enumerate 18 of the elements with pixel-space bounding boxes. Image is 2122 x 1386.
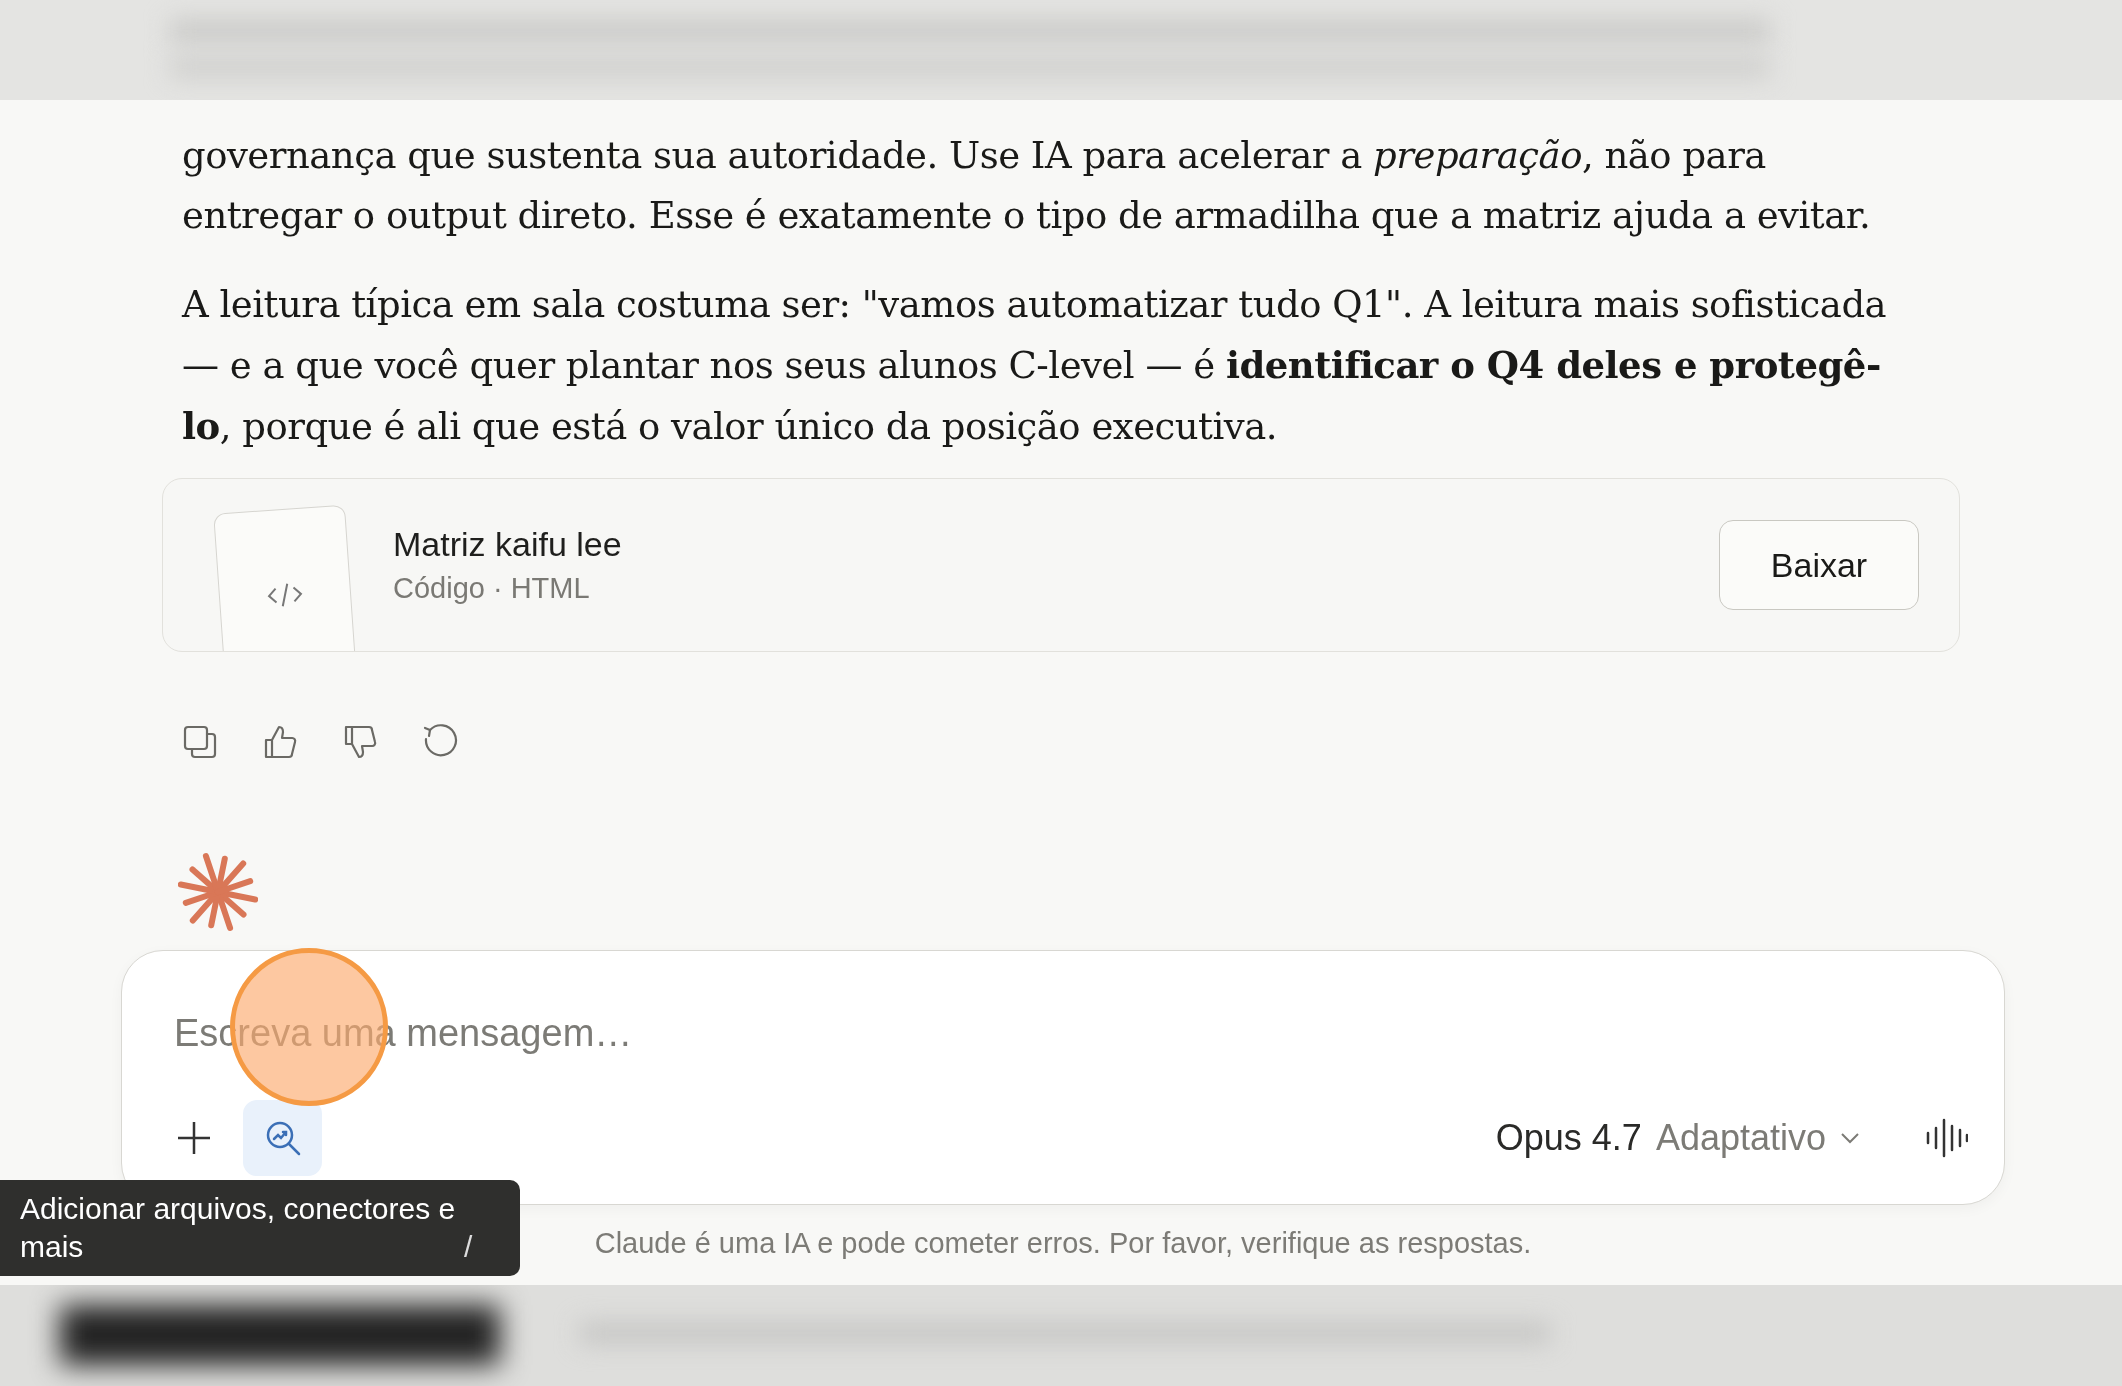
research-button[interactable] <box>243 1100 322 1176</box>
artifact-card[interactable]: Matriz kaifu lee Código · HTML Baixar <box>162 478 1960 652</box>
artifact-type: Código · HTML <box>393 572 591 605</box>
chevron-down-icon[interactable] <box>1840 1131 1860 1145</box>
download-button[interactable]: Baixar <box>1719 520 1919 610</box>
copy-icon[interactable] <box>182 724 218 760</box>
shortcut-key: / <box>464 1230 473 1263</box>
thumbs-up-icon[interactable] <box>262 724 298 760</box>
model-name[interactable]: Opus 4.7 <box>1495 1117 1642 1159</box>
message-paragraph: A leitura típica em sala costuma ser: "vamos automatizar tudo Q1". A leitura mais sofisticada — e a que você quer plantar nos seus alunos C-level — é identificar o Q4 deles e protegê-lo, porque é ali que está o valor único da posição executiva. <box>182 282 1888 450</box>
thumbs-down-icon[interactable] <box>342 724 378 760</box>
spark-logo-icon <box>178 852 258 932</box>
mode-selector[interactable]: Adaptativo <box>1655 1117 1826 1159</box>
tooltip-text: Adicionar arquivos, conectores e mais <box>20 1191 457 1265</box>
voice-icon[interactable] <box>1926 1118 1968 1158</box>
disclaimer-text: Claude é uma IA e pode cometer erros. Por favor, verifique as respostas. <box>594 1227 1532 1260</box>
message-paragraph: governança que sustenta sua autoridade. Use IA para acelerar a preparação, não para entregar o output direto. Esse é exatamente o tipo de armadilha que a matriz ajuda a evitar. <box>182 133 1872 239</box>
artifact-title: Matriz kaifu lee <box>393 525 622 564</box>
